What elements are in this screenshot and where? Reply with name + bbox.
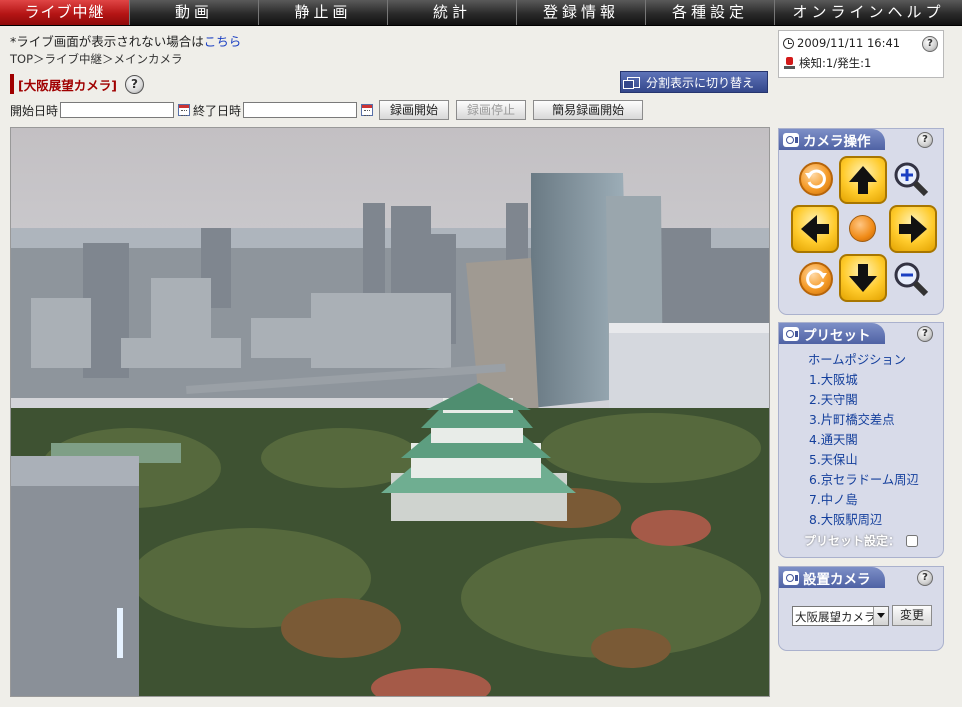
end-calendar-icon[interactable]	[361, 104, 374, 116]
preset-item-4[interactable]: 4.通天閣	[779, 430, 943, 450]
preset-setting-label: プリセット設定：	[804, 534, 901, 548]
start-datetime-input[interactable]	[60, 102, 175, 118]
nav-settings[interactable]: 各種設定	[646, 0, 775, 25]
zoom-out-button[interactable]	[891, 259, 931, 299]
preset-title: プリセット	[803, 327, 871, 344]
recording-bar: 開始日時 終了日時 録画開始 録画停止 簡易録画開始	[10, 99, 644, 121]
pan-right-button[interactable]	[889, 205, 937, 253]
end-label: 終了日時	[193, 103, 242, 118]
rotate-left-button[interactable]	[799, 162, 833, 196]
installed-camera-panel: 設置カメラ ? 大阪展望カメラ 変更	[778, 566, 944, 651]
start-label: 開始日時	[10, 103, 59, 118]
preset-help-icon[interactable]: ?	[917, 326, 933, 342]
camera-select-value: 大阪展望カメラ	[795, 609, 875, 624]
arrow-left-icon	[801, 215, 829, 243]
record-stop-button[interactable]: 録画停止	[456, 100, 527, 120]
change-camera-button[interactable]: 変更	[892, 605, 933, 626]
zoom-out-icon	[894, 262, 929, 297]
live-camera-view[interactable]	[10, 127, 770, 697]
preset-setting-row: プリセット設定：	[804, 532, 919, 549]
preset-item-home[interactable]: ホームポジション	[779, 350, 943, 370]
camera-image	[11, 128, 769, 696]
camera-icon	[783, 326, 799, 341]
camera-select-row: 大阪展望カメラ 変更	[792, 605, 933, 626]
nav-registration[interactable]: 登録情報	[517, 0, 646, 25]
split-view-icon	[623, 76, 640, 89]
nav-still-image[interactable]: 静止画	[259, 0, 388, 25]
preset-item-7[interactable]: 7.中ノ島	[779, 490, 943, 510]
nav-live[interactable]: ライブ中継	[0, 0, 130, 25]
preset-item-2[interactable]: 2.天守閣	[779, 390, 943, 410]
pan-left-button[interactable]	[791, 205, 839, 253]
preset-header: プリセット	[779, 323, 885, 344]
rotate-right-icon	[806, 269, 827, 289]
status-detection: 検知:1/発生:1	[799, 56, 872, 70]
status-help-icon[interactable]: ?	[922, 36, 938, 52]
zoom-in-icon	[894, 162, 929, 197]
camera-select[interactable]: 大阪展望カメラ	[792, 605, 889, 626]
nav-video[interactable]: 動画	[130, 0, 259, 25]
camera-control-panel: カメラ操作 ?	[778, 128, 944, 315]
home-position-button[interactable]	[849, 215, 876, 242]
status-datetime: 2009/11/11 16:41	[797, 36, 901, 50]
simple-record-button[interactable]: 簡易録画開始	[533, 100, 644, 120]
preset-item-5[interactable]: 5.天保山	[779, 450, 943, 470]
camera-title: [大阪展望カメラ]	[18, 77, 117, 93]
live-notice: *ライブ画面が表示されない場合はこちら	[10, 31, 241, 50]
camera-icon	[783, 570, 799, 585]
rotate-right-button[interactable]	[799, 262, 833, 296]
nav-statistics[interactable]: 統計	[388, 0, 517, 25]
split-view-button[interactable]: 分割表示に切り替え	[620, 71, 768, 93]
alarm-lamp-icon	[784, 57, 795, 69]
notice-text: *ライブ画面が表示されない場合は	[10, 34, 204, 49]
installed-camera-help-icon[interactable]: ?	[917, 570, 933, 586]
camera-control-title: カメラ操作	[803, 133, 871, 150]
end-datetime-input[interactable]	[243, 102, 358, 118]
preset-setting-checkbox[interactable]	[906, 534, 919, 547]
start-calendar-icon[interactable]	[178, 104, 191, 116]
arrow-right-icon	[899, 215, 927, 243]
preset-item-6[interactable]: 6.京セラドーム周辺	[779, 470, 943, 490]
notice-link[interactable]: こちら	[204, 34, 242, 49]
nav-online-help[interactable]: オンラインヘルプ	[775, 0, 962, 25]
zoom-in-button[interactable]	[891, 159, 931, 199]
chevron-down-icon	[873, 606, 888, 625]
record-start-button[interactable]: 録画開始	[379, 100, 450, 120]
preset-item-1[interactable]: 1.大阪城	[779, 370, 943, 390]
preset-item-8[interactable]: 8.大阪駅周辺	[779, 510, 943, 530]
arrow-up-icon	[849, 166, 877, 194]
clock-icon	[783, 37, 794, 49]
main-nav: ライブ中継 動画 静止画 統計 登録情報 各種設定 オンラインヘルプ	[0, 0, 962, 26]
camera-title-help-icon[interactable]: ?	[124, 74, 144, 94]
camera-icon	[783, 132, 799, 147]
camera-title-bar: [大阪展望カメラ] ?	[10, 74, 144, 94]
installed-camera-title: 設置カメラ	[803, 571, 871, 588]
preset-panel: プリセット ? ホームポジション 1.大阪城 2.天守閣 3.片町橋交差点 4.…	[778, 322, 944, 558]
tilt-up-button[interactable]	[839, 156, 887, 204]
camera-control-help-icon[interactable]: ?	[917, 132, 933, 148]
camera-control-header: カメラ操作	[779, 129, 885, 150]
rotate-left-icon	[805, 169, 826, 189]
split-view-label: 分割表示に切り替え	[646, 75, 755, 90]
status-box: 2009/11/11 16:41 ? 検知:1/発生:1	[778, 30, 944, 78]
preset-list: ホームポジション 1.大阪城 2.天守閣 3.片町橋交差点 4.通天閣 5.天保…	[779, 350, 943, 530]
preset-item-3[interactable]: 3.片町橋交差点	[779, 410, 943, 430]
installed-camera-header: 設置カメラ	[779, 567, 885, 588]
tilt-down-button[interactable]	[839, 254, 887, 302]
arrow-down-icon	[849, 264, 877, 292]
breadcrumb: TOP＞ライブ中継＞メインカメラ	[10, 52, 183, 66]
